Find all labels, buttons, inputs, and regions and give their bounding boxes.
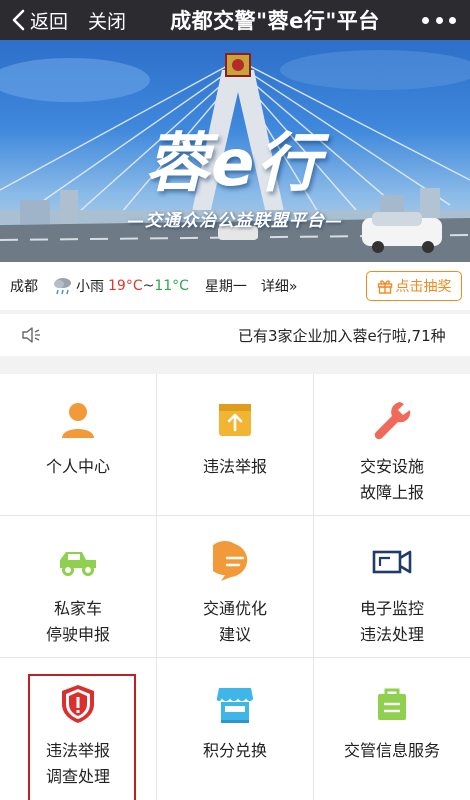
info-bag-icon <box>378 688 406 720</box>
service-label: 违法举报 <box>45 741 110 760</box>
upload-report-icon <box>219 404 251 436</box>
more-options-icon[interactable] <box>422 10 456 30</box>
person-icon <box>62 403 94 438</box>
service-private-car-suspend[interactable]: 私家车 停驶申报 <box>0 516 156 657</box>
service-label-line2: 停驶申报 <box>45 625 110 644</box>
close-button[interactable]: 关闭 <box>88 7 126 34</box>
page-title: 成都交警"蓉e行"平台 <box>170 9 380 33</box>
weather-bar: 成都 小雨 19°C ~ 11°C 星期一 详细» 点击抽奖 <box>0 262 470 310</box>
weather-condition: 小雨 <box>76 279 104 295</box>
service-facility-fault[interactable]: 交安设施 故障上报 <box>314 374 470 515</box>
service-label: 电子监控 <box>359 599 424 618</box>
rain-cloud-icon <box>54 278 71 295</box>
notice-bar[interactable]: 已有3家企业加入蓉e行啦,71种 <box>0 314 470 356</box>
service-label: 交安设施 <box>359 457 424 476</box>
store-icon <box>216 688 253 723</box>
service-label-line2: 调查处理 <box>45 767 110 786</box>
service-label: 交通优化 <box>202 599 267 618</box>
banner-logo: 蓉e行 <box>145 127 323 201</box>
services-grid: 个人中心 违法举报 交安设施 故障上报 私家车 停驶申报 交通优化 建议 电子监… <box>0 374 470 800</box>
back-label: 返回 <box>30 10 69 33</box>
weather-temp-separator: ~ <box>142 278 155 294</box>
service-label: 积分兑换 <box>202 741 267 760</box>
service-label: 违法举报 <box>202 457 267 476</box>
weather-weekday: 星期一 <box>204 279 247 295</box>
car-icon <box>60 552 96 576</box>
service-personal-center[interactable]: 个人中心 <box>0 374 156 515</box>
chat-bubble-icon <box>213 541 248 581</box>
top-nav-bar: 返回 关闭 成都交警"蓉e行"平台 <box>0 0 470 40</box>
service-e-monitor[interactable]: 电子监控 违法处理 <box>314 516 470 657</box>
speaker-icon <box>22 327 40 343</box>
service-label-line2: 违法处理 <box>359 625 424 644</box>
banner-slogan: —交通众治公益联盟平台— <box>127 211 343 231</box>
service-traffic-info[interactable]: 交管信息服务 <box>314 658 470 800</box>
service-label: 交管信息服务 <box>343 741 440 760</box>
service-points-exchange[interactable]: 积分兑换 <box>157 658 313 800</box>
weather-detail-link[interactable]: 详细» <box>261 276 298 296</box>
lottery-label: 点击抽奖 <box>395 279 452 295</box>
wrench-icon <box>374 402 411 440</box>
lottery-button[interactable]: 点击抽奖 <box>366 271 462 301</box>
banner[interactable]: 蓉e行 —交通众治公益联盟平台— <box>0 40 470 262</box>
chevron-left-icon <box>12 9 25 31</box>
service-violation-report[interactable]: 违法举报 <box>157 374 313 515</box>
service-label-line2: 故障上报 <box>359 483 424 502</box>
service-label: 私家车 <box>53 599 102 618</box>
service-label-line2: 建议 <box>218 625 251 644</box>
shield-alert-icon <box>62 685 94 723</box>
gift-icon <box>377 280 392 294</box>
camera-icon <box>372 550 412 574</box>
weather-city: 成都 <box>10 279 38 295</box>
back-button[interactable]: 返回 <box>10 7 68 34</box>
weather-high-temp: 19°C <box>108 278 143 294</box>
service-label: 个人中心 <box>45 457 110 476</box>
service-traffic-suggestion[interactable]: 交通优化 建议 <box>157 516 313 657</box>
notice-text: 已有3家企业加入蓉e行啦,71种 <box>238 326 446 345</box>
service-violation-investigation[interactable]: 违法举报 调查处理 <box>0 658 156 800</box>
weather-low-temp: 11°C <box>154 278 189 294</box>
